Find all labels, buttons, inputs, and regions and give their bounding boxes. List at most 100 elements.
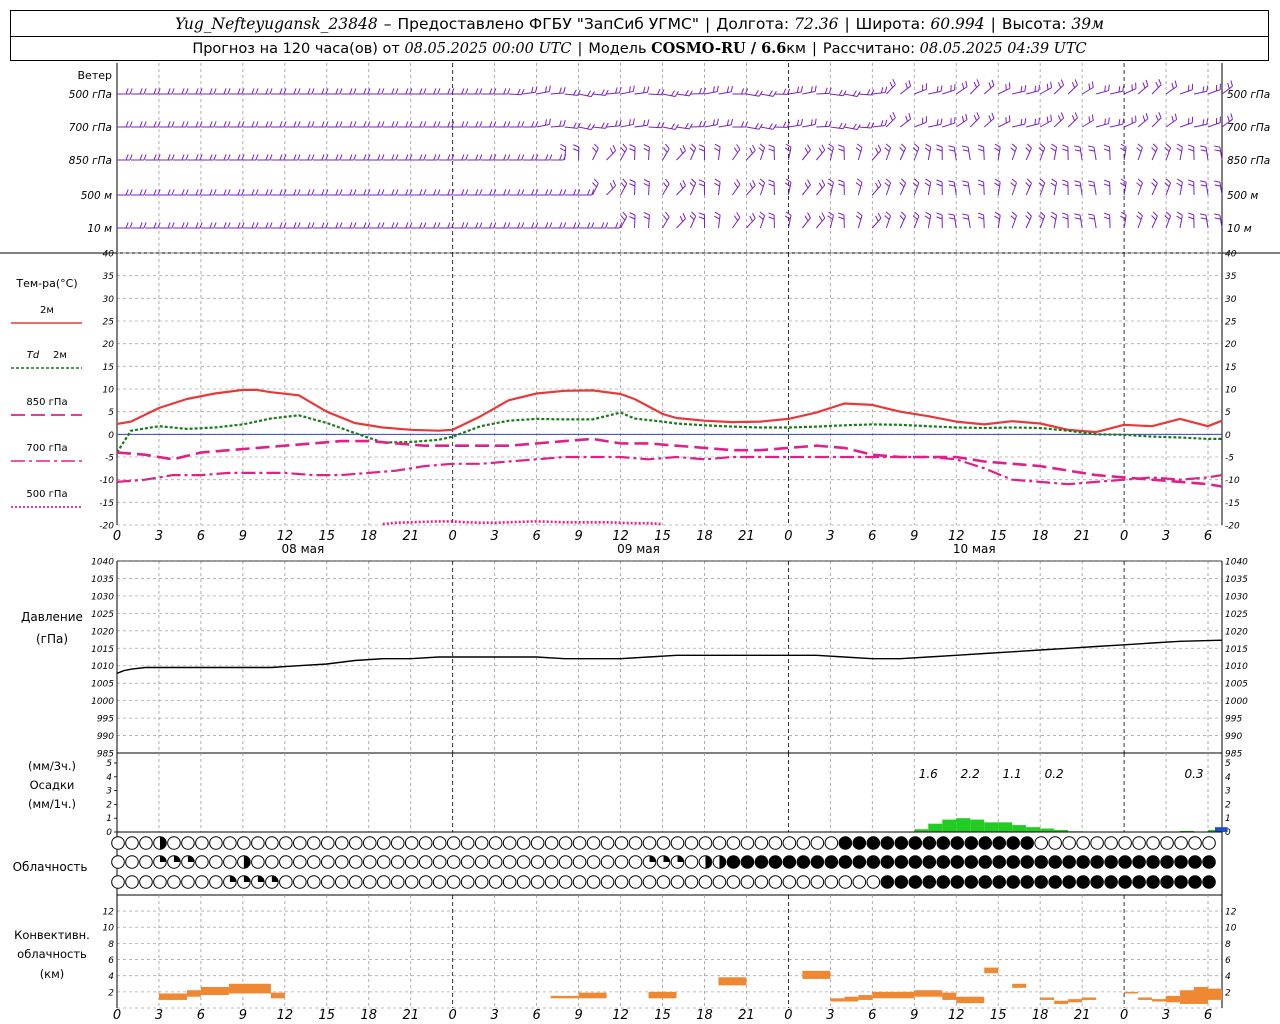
wind-barb-feather xyxy=(521,189,525,196)
wind-barb-staff xyxy=(634,181,636,196)
cloud-symbol-ring xyxy=(488,875,503,889)
wind-barb-staff xyxy=(928,123,942,128)
conv-hour-label: 3 xyxy=(155,1008,163,1023)
wind-barb-staff xyxy=(942,89,955,95)
cloud-symbol-ring xyxy=(516,836,531,850)
wind-barb-staff xyxy=(927,215,932,229)
wind-barb-feather xyxy=(185,121,189,128)
wind-barb-staff xyxy=(676,218,686,229)
temp-hour-label: 0 xyxy=(784,529,792,544)
wind-barb-feather xyxy=(1187,212,1194,216)
wind-barb-staff xyxy=(676,150,686,161)
wind-barb-staff xyxy=(620,123,634,128)
cloud-symbol-ring xyxy=(1062,836,1076,850)
wind-barb-feather xyxy=(663,182,668,188)
cloud-symbol-ring xyxy=(376,875,391,889)
wind-barb-feather xyxy=(1011,211,1017,217)
wind-barb-feather xyxy=(884,86,888,93)
conv-hour-label: 3 xyxy=(1162,1008,1170,1023)
wind-barb-feather xyxy=(251,222,255,229)
precip-tick-label-left: 1 xyxy=(106,814,112,824)
wind-barb-staff xyxy=(1025,147,1032,161)
temp-tick-label-right: 30 xyxy=(1225,295,1237,305)
wind-barb-feather xyxy=(167,154,171,161)
cloud-symbol-ring xyxy=(782,836,797,850)
temp-hour-label: 6 xyxy=(197,529,205,544)
wind-barb-feather xyxy=(227,88,231,95)
wind-barb-feather xyxy=(265,189,269,196)
wind-barb-feather xyxy=(181,121,185,128)
wind-barb-feather xyxy=(129,222,133,229)
wind-barb-feather xyxy=(251,189,255,196)
wind-barb-feather xyxy=(153,121,157,128)
wind-barb-staff xyxy=(829,182,834,196)
wind-barb-feather xyxy=(139,154,143,161)
wind-barb-feather xyxy=(758,147,764,152)
wind-barb-staff xyxy=(801,149,811,161)
wind-barb-staff xyxy=(942,122,955,128)
wind-barb-feather xyxy=(1199,145,1207,148)
wind-barb-staff xyxy=(969,84,980,95)
wind-barb-feather xyxy=(377,88,381,95)
wind-barb-feather xyxy=(279,154,283,161)
wind-barb-feather xyxy=(1074,213,1081,216)
wind-barb-feather xyxy=(545,222,549,229)
wind-barb-feather xyxy=(1062,148,1069,152)
wind-barb-feather xyxy=(279,121,283,128)
wind-barb-feather xyxy=(818,182,823,189)
cloud-symbol-ring xyxy=(195,836,209,850)
wind-barb-staff xyxy=(690,215,697,229)
legend-label: 850 гПа xyxy=(26,397,67,408)
temp-hour-label: 18 xyxy=(1032,529,1049,544)
cloud-symbol-ring xyxy=(446,836,461,850)
wind-barb-feather xyxy=(349,88,353,95)
wind-barb-feather xyxy=(877,212,882,219)
wind-barb-feather xyxy=(1188,216,1195,220)
cloud-symbol-ring xyxy=(838,875,853,889)
wind-barb-feather xyxy=(1187,179,1194,183)
wind-barb-staff xyxy=(1039,120,1052,128)
cloud-symbol-full xyxy=(741,855,754,869)
wind-barb-feather xyxy=(1200,217,1207,220)
temp-hour-label: 3 xyxy=(155,529,163,544)
temp-tick-label-left: 25 xyxy=(103,318,115,328)
cloud-symbol-full xyxy=(1146,855,1160,869)
wind-barb-feather xyxy=(503,121,507,128)
wind-barb-feather xyxy=(335,154,339,161)
wind-barb-feather xyxy=(1074,217,1081,220)
wind-barb-staff xyxy=(983,214,985,229)
cloud-symbol-ring xyxy=(684,836,699,850)
temp-tick-label-left: 20 xyxy=(103,340,115,350)
cloud-symbol-full xyxy=(936,875,950,889)
wind-barb-feather xyxy=(153,88,157,95)
cloud-symbol-ring xyxy=(446,875,461,889)
wind-barb-feather xyxy=(447,154,451,161)
wind-barb-feather xyxy=(381,121,385,128)
wind-barb-feather xyxy=(691,178,697,184)
wind-barb-staff xyxy=(844,93,858,98)
wind-barb-feather xyxy=(740,121,745,128)
wind-barb-feather xyxy=(726,86,730,93)
wind-barb-feather xyxy=(307,154,311,161)
wind-barb-staff xyxy=(1151,147,1158,161)
wind-barb-staff xyxy=(1109,146,1111,161)
wind-barb-feather xyxy=(1024,85,1027,92)
cloud-symbol-full xyxy=(936,836,950,850)
cloud-symbol-ring xyxy=(279,836,293,850)
wind-barb-feather xyxy=(782,88,787,95)
cloud-symbol-full xyxy=(1160,875,1174,889)
wind-barb-feather xyxy=(884,182,890,187)
wind-barb-feather xyxy=(1200,149,1207,152)
wind-barb-feather xyxy=(1136,182,1142,187)
wind-barb-staff xyxy=(802,91,816,95)
wind-barb-feather xyxy=(688,123,693,130)
conv-tick-label-left: 10 xyxy=(103,924,115,934)
wind-barb-feather xyxy=(255,222,259,229)
wind-barb-feather xyxy=(321,154,325,161)
wind-barb-staff xyxy=(634,146,636,161)
wind-barb-feather xyxy=(353,121,357,128)
wind-barb-feather xyxy=(643,212,650,216)
wind-barb-feather xyxy=(1164,215,1170,220)
wind-barb-feather xyxy=(628,86,631,93)
wind-barb-feather xyxy=(1174,113,1178,120)
